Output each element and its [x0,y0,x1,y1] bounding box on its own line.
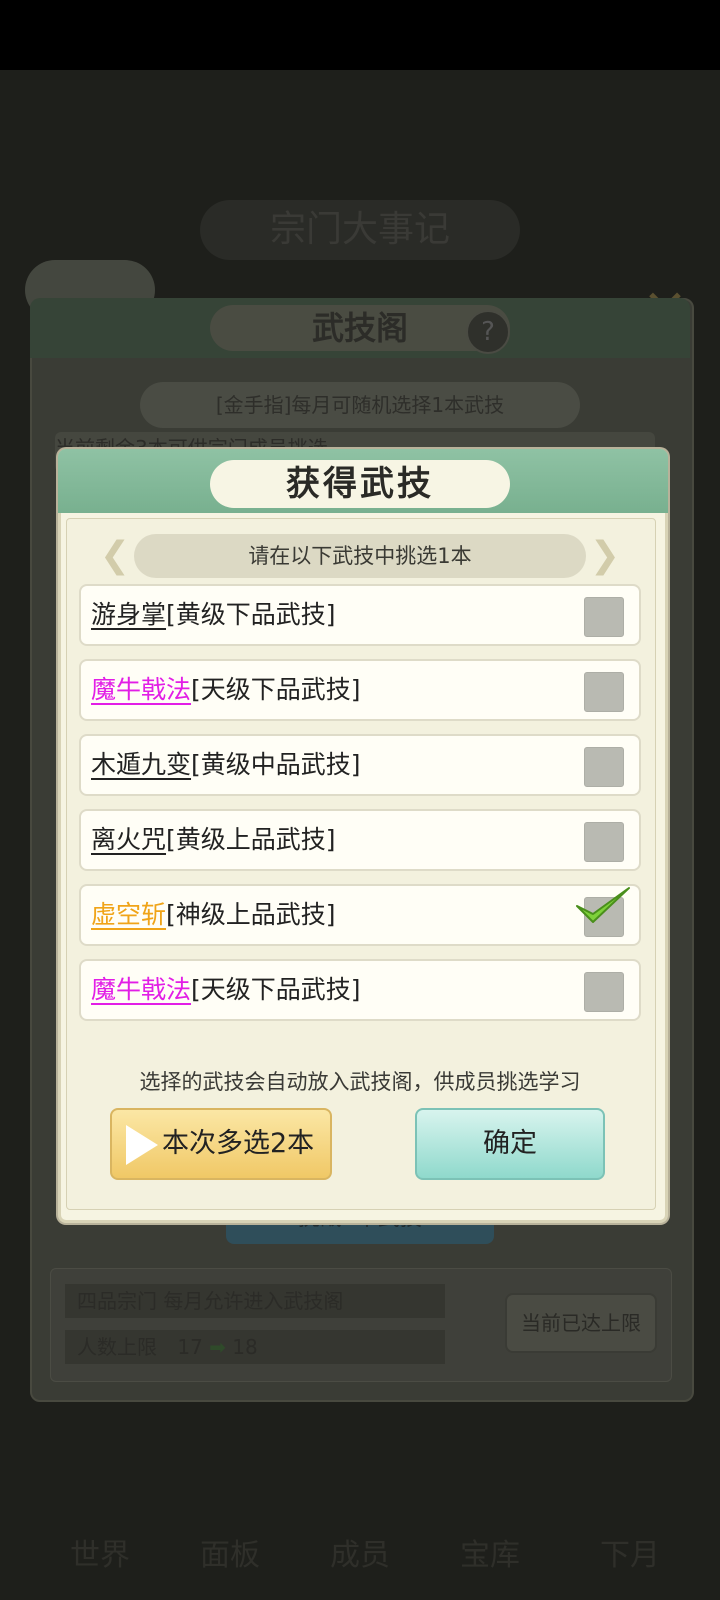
nav-next-month[interactable]: 下月 [570,1530,690,1574]
skill-option-row[interactable]: 魔牛戟法[天级下品武技] [79,659,641,721]
dialog-note: 选择的武技会自动放入武技阁，供成员挑选学习 [139,1070,581,1094]
nav-panel[interactable]: 面板 [170,1530,290,1574]
multi-select-label: 本次多选2本 [162,1128,315,1159]
help-icon[interactable]: ? [466,310,510,354]
skill-option-row[interactable]: 虚空斩[神级上品武技] [79,884,641,946]
dialog-subtitle: 请在以下武技中挑选1本 [134,534,586,578]
sect-rank-row: 四品宗门 每月允许进入武技阁 [65,1284,445,1318]
member-limit-to: 18 [232,1335,258,1359]
skill-checkbox[interactable] [584,822,624,862]
play-video-icon [126,1125,158,1165]
skill-name[interactable]: 游身掌 [91,600,166,629]
multi-select-ad-button[interactable]: 本次多选2本 [110,1108,332,1180]
right-wing-ornament-icon: ❯ [589,535,621,576]
dialog-title: 获得武技 [210,460,510,508]
skill-checkbox[interactable] [584,972,624,1012]
skill-option-text: 魔牛戟法[天级下品武技] [91,961,361,1019]
skill-option-text: 魔牛戟法[天级下品武技] [91,661,361,719]
skill-checkbox[interactable] [584,672,624,712]
skill-grade: [天级下品武技] [191,975,361,1004]
page-title: 宗门大事记 [200,200,520,260]
skill-grade: [黄级中品武技] [191,750,361,779]
skill-option-row[interactable]: 离火咒[黄级上品武技] [79,809,641,871]
skill-option-text: 虚空斩[神级上品武技] [91,886,336,944]
skill-grade: [神级上品武技] [166,900,336,929]
skill-option-text: 木遁九变[黄级中品武技] [91,736,361,794]
skill-grade: [天级下品武技] [191,675,361,704]
skill-checkbox[interactable] [584,597,624,637]
skill-option-row[interactable]: 游身掌[黄级下品武技] [79,584,641,646]
member-limit-row: 人数上限 17 ➡ 18 [65,1330,445,1364]
limit-reached-button[interactable]: 当前已达上限 [505,1293,657,1353]
nav-treasury[interactable]: 宝库 [430,1530,550,1574]
skill-option-text: 离火咒[黄级上品武技] [91,811,336,869]
skill-name[interactable]: 木遁九变 [91,750,191,779]
skill-name[interactable]: 离火咒 [91,825,166,854]
panel-title: 武技阁 [210,305,510,351]
nav-world[interactable]: 世界 [40,1530,160,1574]
bottom-nav: 世界 面板 成员 宝库 下月 [0,1450,720,1600]
skill-checkbox[interactable] [584,747,624,787]
skill-grade: [黄级下品武技] [166,600,336,629]
member-limit-from: 17 [177,1335,203,1359]
status-bar [0,0,720,70]
golden-finger-banner: [金手指]每月可随机选择1本武技 [140,382,580,428]
skill-grade: [黄级上品武技] [166,825,336,854]
skill-name[interactable]: 魔牛戟法 [91,675,191,704]
skill-option-text: 游身掌[黄级下品武技] [91,586,336,644]
member-limit-label: 人数上限 [77,1335,157,1359]
nav-members[interactable]: 成员 [300,1530,420,1574]
skill-option-row[interactable]: 魔牛戟法[天级下品武技] [79,959,641,1021]
checkmark-icon [576,887,630,923]
confirm-button[interactable]: 确定 [415,1108,605,1180]
skill-name[interactable]: 虚空斩 [91,900,166,929]
skill-option-row[interactable]: 木遁九变[黄级中品武技] [79,734,641,796]
arrow-right-icon: ➡ [209,1335,226,1359]
left-wing-ornament-icon: ❮ [99,535,131,576]
skill-name[interactable]: 魔牛戟法 [91,975,191,1004]
